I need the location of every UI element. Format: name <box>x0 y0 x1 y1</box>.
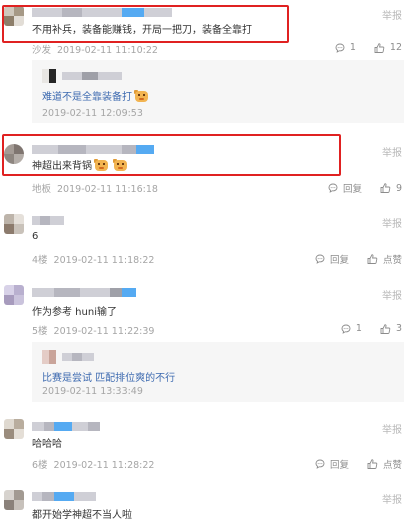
avatar[interactable] <box>4 285 24 305</box>
username-blurred[interactable] <box>62 353 94 361</box>
reply-text: 比赛是尝试 匹配排位爽的不行 <box>42 373 176 384</box>
avatar[interactable] <box>4 490 24 510</box>
highlight-box <box>2 134 341 176</box>
comment-meta: 地板 2019-02-11 11:16:18 <box>32 181 158 195</box>
floor-label: 5楼 <box>32 326 48 337</box>
comment-icon <box>328 183 338 193</box>
avatar[interactable] <box>4 419 24 439</box>
comment-actions: 回复 点赞 <box>297 457 402 471</box>
thumbs-up-icon <box>367 254 378 264</box>
comment-text: 哈哈哈 <box>32 439 62 450</box>
reply-box: 比赛是尝试 匹配排位爽的不行 2019-02-11 13:33:49 <box>32 342 404 402</box>
username-blurred[interactable] <box>32 492 96 501</box>
floor-label: 4楼 <box>32 255 48 266</box>
like-count: 3 <box>395 323 402 334</box>
reply-timestamp: 2019-02-11 13:33:49 <box>42 386 143 397</box>
comment-actions: 回复 点赞 <box>297 252 402 266</box>
like-button[interactable]: 3 <box>380 323 402 334</box>
comment-meta: 5楼 2019-02-11 11:22:39 <box>32 323 154 337</box>
like-count: 12 <box>389 42 402 53</box>
comment-text: 6 <box>32 231 39 242</box>
reply-count: 1 <box>349 42 356 53</box>
report-link[interactable]: 举报 <box>382 144 402 159</box>
like-button[interactable]: 点赞 <box>367 457 402 471</box>
reply-button[interactable]: 1 <box>341 323 362 334</box>
thumbs-up-icon <box>367 459 378 469</box>
reply-box: 难道不是全靠装备打 2019-02-11 12:09:53 <box>32 60 404 123</box>
username-blurred[interactable] <box>62 72 122 80</box>
comment-meta: 4楼 2019-02-11 11:18:22 <box>32 252 154 266</box>
thumbs-up-icon <box>374 42 385 53</box>
like-label: 点赞 <box>382 255 402 266</box>
like-button[interactable]: 9 <box>380 183 402 194</box>
like-button[interactable]: 点赞 <box>367 252 402 266</box>
thumbs-up-icon <box>380 183 391 193</box>
timestamp: 2019-02-11 11:16:18 <box>57 184 158 195</box>
like-label: 点赞 <box>382 460 402 471</box>
thumbs-up-icon <box>380 323 391 334</box>
comment-actions: 1 3 <box>323 323 402 334</box>
reply-label: 回复 <box>329 460 349 471</box>
timestamp: 2019-02-11 11:10:22 <box>57 45 158 56</box>
avatar[interactable] <box>42 350 56 364</box>
reply-button[interactable]: 回复 <box>315 457 349 471</box>
comment-text: 作为参考 huni输了 <box>32 307 117 318</box>
dog-emoji-icon <box>134 90 149 102</box>
floor-label: 6楼 <box>32 460 48 471</box>
comment-icon <box>315 254 325 264</box>
reply-button[interactable]: 1 <box>335 42 356 53</box>
comment-icon <box>315 459 325 469</box>
comment-icon <box>341 324 351 334</box>
like-button[interactable]: 12 <box>374 42 402 53</box>
reply-button[interactable]: 回复 <box>315 252 349 266</box>
comment-actions: 1 12 <box>317 42 402 53</box>
comment-meta: 沙发 2019-02-11 11:10:22 <box>32 42 158 56</box>
like-count: 9 <box>395 182 402 194</box>
reply-count: 1 <box>355 323 362 334</box>
timestamp: 2019-02-11 11:28:22 <box>53 460 155 471</box>
username-blurred[interactable] <box>32 422 100 431</box>
floor-label: 沙发 <box>32 45 52 56</box>
highlight-box <box>2 5 289 43</box>
timestamp: 2019-02-11 11:22:39 <box>53 326 155 337</box>
report-link[interactable]: 举报 <box>382 287 402 302</box>
avatar[interactable] <box>4 214 24 234</box>
reply-label: 回复 <box>342 184 362 195</box>
comment-actions: 回复 9 <box>310 181 402 195</box>
comment-text: 都开始学神超不当人啦 <box>32 510 132 521</box>
reply-text: 难道不是全靠装备打 <box>42 88 149 103</box>
comment-icon <box>335 43 345 53</box>
comment-meta: 6楼 2019-02-11 11:28:22 <box>32 457 154 471</box>
username-blurred[interactable] <box>32 288 136 297</box>
username-blurred[interactable] <box>32 216 64 225</box>
report-link[interactable]: 举报 <box>382 421 402 436</box>
avatar[interactable] <box>42 69 56 83</box>
report-link[interactable]: 举报 <box>382 491 402 506</box>
reply-timestamp: 2019-02-11 12:09:53 <box>42 108 143 119</box>
floor-label: 地板 <box>32 184 52 195</box>
report-link[interactable]: 举报 <box>382 215 402 230</box>
report-link[interactable]: 举报 <box>382 7 402 22</box>
timestamp: 2019-02-11 11:18:22 <box>53 255 155 266</box>
reply-label: 回复 <box>329 255 349 266</box>
reply-button[interactable]: 回复 <box>328 181 362 195</box>
